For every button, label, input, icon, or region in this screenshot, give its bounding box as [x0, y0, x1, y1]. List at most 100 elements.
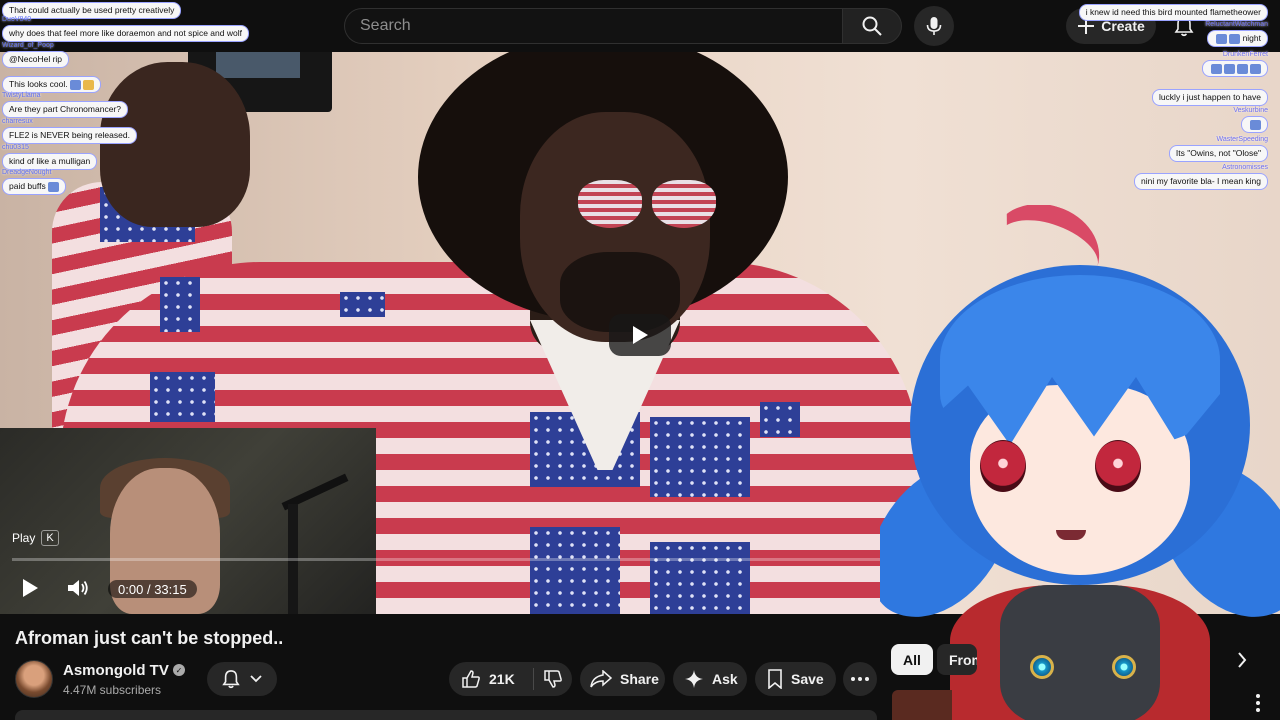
- chat-message: Wizard_of_Poop @NecoHel rip: [2, 42, 70, 68]
- emote-icon: [47, 181, 59, 192]
- subscribe-notifications-button[interactable]: [207, 662, 277, 696]
- emote-icon: [1237, 63, 1248, 74]
- chat-message: Veskurbine: [1233, 107, 1268, 133]
- vtuber-eye-left: [980, 440, 1026, 492]
- ask-label: Ask: [712, 671, 738, 687]
- vtuber-avatar: [880, 205, 1280, 720]
- chat-text: night: [1207, 30, 1268, 47]
- emote-icon: [1250, 119, 1261, 130]
- share-label: Share: [620, 671, 659, 687]
- time-separator: /: [146, 581, 151, 597]
- chevron-right-icon: [1238, 652, 1247, 668]
- chat-message: luckly i just happen to have: [1151, 87, 1268, 106]
- more-horizontal-icon: [851, 677, 869, 681]
- emote-icon: [69, 79, 81, 90]
- bookmark-icon: [768, 669, 782, 689]
- progress-bar[interactable]: [12, 558, 912, 561]
- chat-text: This looks cool.: [2, 76, 101, 93]
- more-vertical-icon: [1256, 694, 1260, 712]
- chat-message: DrunkenFerret: [1202, 51, 1268, 77]
- subscriber-count: 4.47M subscribers: [63, 683, 162, 697]
- search-button[interactable]: [842, 8, 902, 44]
- app-root: Create That could actually be used prett…: [0, 0, 1280, 720]
- center-play-button[interactable]: [609, 314, 671, 356]
- chat-text: paid buffs: [2, 178, 66, 195]
- share-button[interactable]: Share: [580, 662, 665, 696]
- play-button[interactable]: [12, 570, 48, 606]
- chat-text: nini my favorite bla- I mean king: [1134, 173, 1268, 190]
- chat-text: FLE2 is NEVER being released.: [2, 127, 137, 144]
- microphone-icon: [926, 17, 942, 35]
- chevron-down-icon: [250, 675, 262, 683]
- video-frame-glasses-left: [578, 180, 642, 228]
- voice-search-button[interactable]: [914, 6, 954, 46]
- chat-text-content: paid buffs: [9, 181, 46, 191]
- play-tooltip: Play K: [12, 527, 59, 548]
- share-icon: [590, 670, 612, 688]
- chat-username: Astronomisses: [1222, 164, 1268, 171]
- chat-message: i knew id need this bird mounted flameth…: [1078, 2, 1268, 21]
- flag-patch: [760, 402, 800, 437]
- vtuber-gem-right: [1112, 655, 1136, 679]
- chat-message: charresux FLE2 is NEVER being released.: [2, 118, 137, 144]
- save-button[interactable]: Save: [755, 662, 836, 696]
- ask-button[interactable]: Ask: [673, 662, 747, 696]
- recommendation-thumbnail[interactable]: [892, 690, 952, 720]
- chat-text: i knew id need this bird mounted flameth…: [1078, 4, 1268, 21]
- emote-icon: [1224, 63, 1235, 74]
- chat-text: kind of like a mulligan: [2, 153, 98, 170]
- like-button[interactable]: 21K: [449, 669, 533, 689]
- time-total: 33:15: [154, 581, 187, 597]
- flag-patch: [150, 372, 215, 422]
- chat-username: DrunkenFerret: [1222, 51, 1268, 58]
- chat-message: TwistyLlama Are they part Chronomancer?: [2, 92, 128, 118]
- recommendation-menu-button[interactable]: [1248, 690, 1268, 716]
- thumbs-down-icon: [544, 670, 562, 688]
- chat-message: DreadgeNought paid buffs: [2, 169, 66, 195]
- description-box[interactable]: [15, 710, 877, 720]
- tooltip-label: Play: [12, 530, 36, 545]
- chat-message: This looks cool.: [2, 74, 101, 93]
- bell-icon: [222, 670, 240, 689]
- vtuber-hood: [1000, 585, 1160, 720]
- dislike-button[interactable]: [534, 669, 572, 689]
- emote-icon: [1229, 33, 1241, 44]
- chat-message: DuoV840 why does that feel more like dor…: [2, 16, 249, 42]
- search-box[interactable]: [344, 8, 842, 44]
- chat-username: TwistyLlama: [2, 92, 41, 99]
- channel-avatar[interactable]: [15, 660, 53, 698]
- vtuber-gem-left: [1030, 655, 1054, 679]
- chat-text: Its "Owins, not "Olose": [1168, 145, 1268, 162]
- video-frame-glasses-right: [652, 180, 716, 228]
- emote-icon: [1216, 33, 1228, 44]
- chat-text: Are they part Chronomancer?: [2, 101, 128, 118]
- chat-text: why does that feel more like doraemon an…: [2, 25, 249, 42]
- emote-icon: [1250, 63, 1261, 74]
- like-count: 21K: [489, 671, 515, 687]
- chips-next-button[interactable]: [1230, 648, 1254, 672]
- time-current: 0:00: [118, 581, 144, 597]
- volume-button[interactable]: [60, 570, 96, 606]
- search-input[interactable]: [345, 9, 842, 43]
- thumbs-up-icon: [462, 670, 480, 688]
- time-display: 0:00 / 33:15: [108, 580, 197, 598]
- emote-icon: [1211, 63, 1222, 74]
- chat-text: @NecoHel rip: [2, 51, 70, 68]
- more-actions-button[interactable]: [843, 662, 877, 696]
- chat-message: WasterSpeeding Its "Owins, not "Olose": [1168, 136, 1268, 162]
- flag-patch: [650, 417, 750, 497]
- volume-icon: [68, 580, 88, 596]
- chat-message: chu0315 kind of like a mulligan: [2, 144, 98, 170]
- channel-name[interactable]: Asmongold TV: [63, 662, 169, 679]
- chat-username: Wizard_of_Poop: [2, 42, 54, 49]
- chip-from[interactable]: From: [937, 644, 977, 675]
- chat-username: charresux: [2, 118, 33, 125]
- emote-icon: [82, 79, 94, 90]
- flag-patch: [340, 292, 385, 317]
- verified-badge-icon: ✓: [173, 664, 185, 676]
- search-icon: [862, 16, 882, 36]
- chat-username: ReluctantWatchman: [1205, 21, 1268, 28]
- chat-username: Veskurbine: [1233, 107, 1268, 114]
- chip-all[interactable]: All: [891, 644, 933, 675]
- chat-text-content: This looks cool.: [9, 79, 68, 89]
